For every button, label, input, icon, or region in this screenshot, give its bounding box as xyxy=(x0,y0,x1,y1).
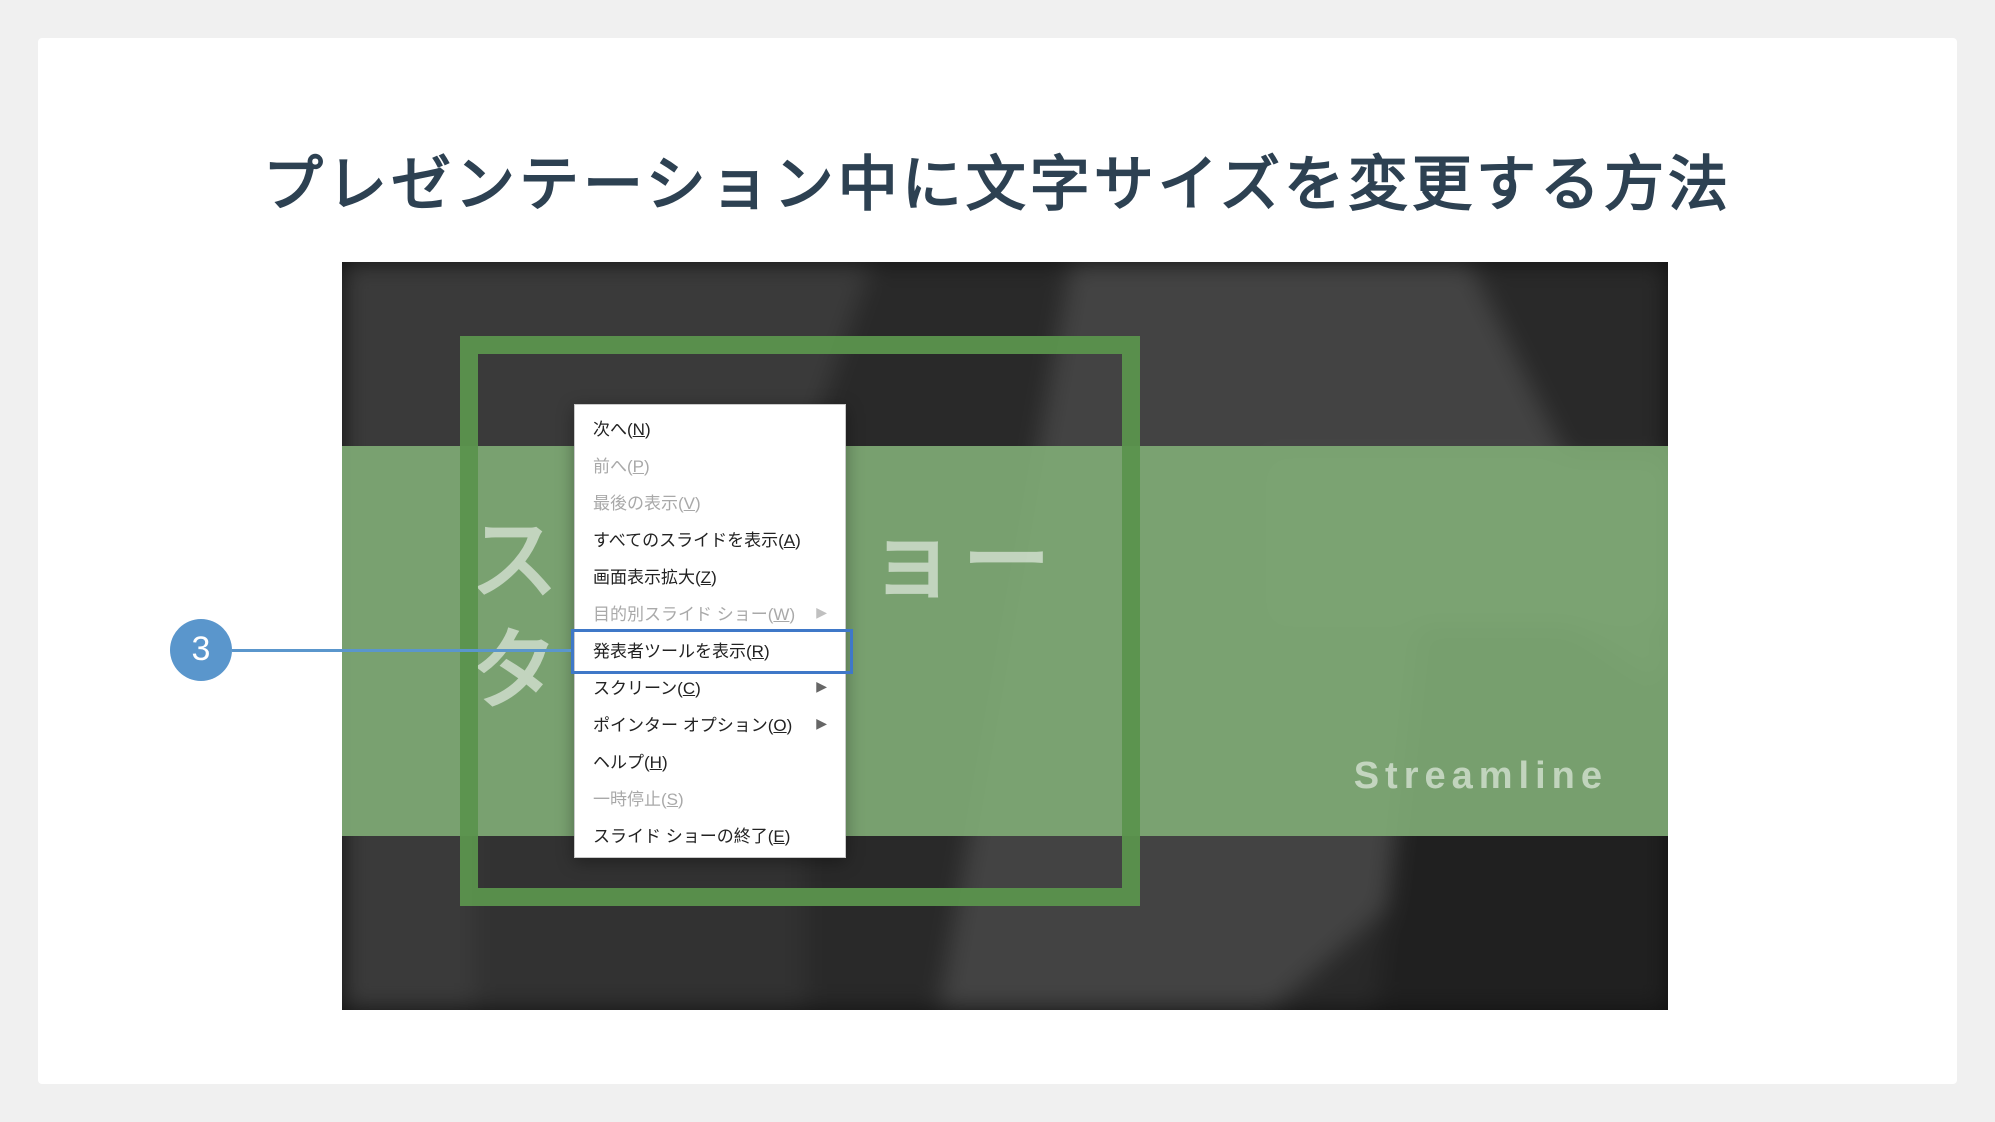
screenshot-area: ス ョー ター Streamline xyxy=(342,262,1668,1010)
menu-item-11[interactable]: スライド ショーの終了(E) xyxy=(575,816,845,853)
connector-line xyxy=(232,649,571,652)
submenu-arrow-icon: ▶ xyxy=(816,715,827,732)
submenu-arrow-icon: ▶ xyxy=(816,604,827,621)
menu-item-9[interactable]: ヘルプ(H) xyxy=(575,742,845,779)
context-menu[interactable]: 次へ(N) 前へ(P) 最後の表示(V) すべてのスライドを表示(A) 画面表示拡大(Z… xyxy=(574,404,846,858)
menu-item-8[interactable]: ポインター オプション(O) ▶ xyxy=(575,705,845,742)
menu-item-2: 最後の表示(V) xyxy=(575,483,845,520)
menu-item-label: ポインター オプション(O) xyxy=(593,711,792,736)
menu-item-0[interactable]: 次へ(N) xyxy=(575,409,845,446)
menu-item-5: 目的別スライド ショー(W) ▶ xyxy=(575,594,845,631)
menu-item-label: 次へ(N) xyxy=(593,415,651,440)
menu-item-label: スライド ショーの終了(E) xyxy=(593,822,790,847)
step-badge: 3 xyxy=(170,619,232,681)
menu-item-label: すべてのスライドを表示(A) xyxy=(593,526,801,551)
menu-item-10: 一時停止(S) xyxy=(575,779,845,816)
menu-item-6[interactable]: 発表者ツールを表示(R) xyxy=(575,631,845,668)
menu-item-label: 一時停止(S) xyxy=(593,785,684,810)
menu-item-label: ヘルプ(H) xyxy=(593,748,668,773)
menu-item-label: 前へ(P) xyxy=(593,452,650,477)
menu-item-1: 前へ(P) xyxy=(575,446,845,483)
menu-item-label: 発表者ツールを表示(R) xyxy=(593,637,770,662)
menu-item-7[interactable]: スクリーン(C) ▶ xyxy=(575,668,845,705)
slide-brand-text: Streamline xyxy=(1354,755,1608,798)
menu-item-label: スクリーン(C) xyxy=(593,674,701,699)
menu-item-4[interactable]: 画面表示拡大(Z) xyxy=(575,557,845,594)
menu-item-label: 目的別スライド ショー(W) xyxy=(593,600,795,625)
menu-item-3[interactable]: すべてのスライドを表示(A) xyxy=(575,520,845,557)
submenu-arrow-icon: ▶ xyxy=(816,678,827,695)
menu-item-label: 最後の表示(V) xyxy=(593,489,701,514)
menu-item-label: 画面表示拡大(Z) xyxy=(593,563,717,588)
page-title: プレゼンテーション中に文字サイズを変更する方法 xyxy=(38,136,1957,223)
